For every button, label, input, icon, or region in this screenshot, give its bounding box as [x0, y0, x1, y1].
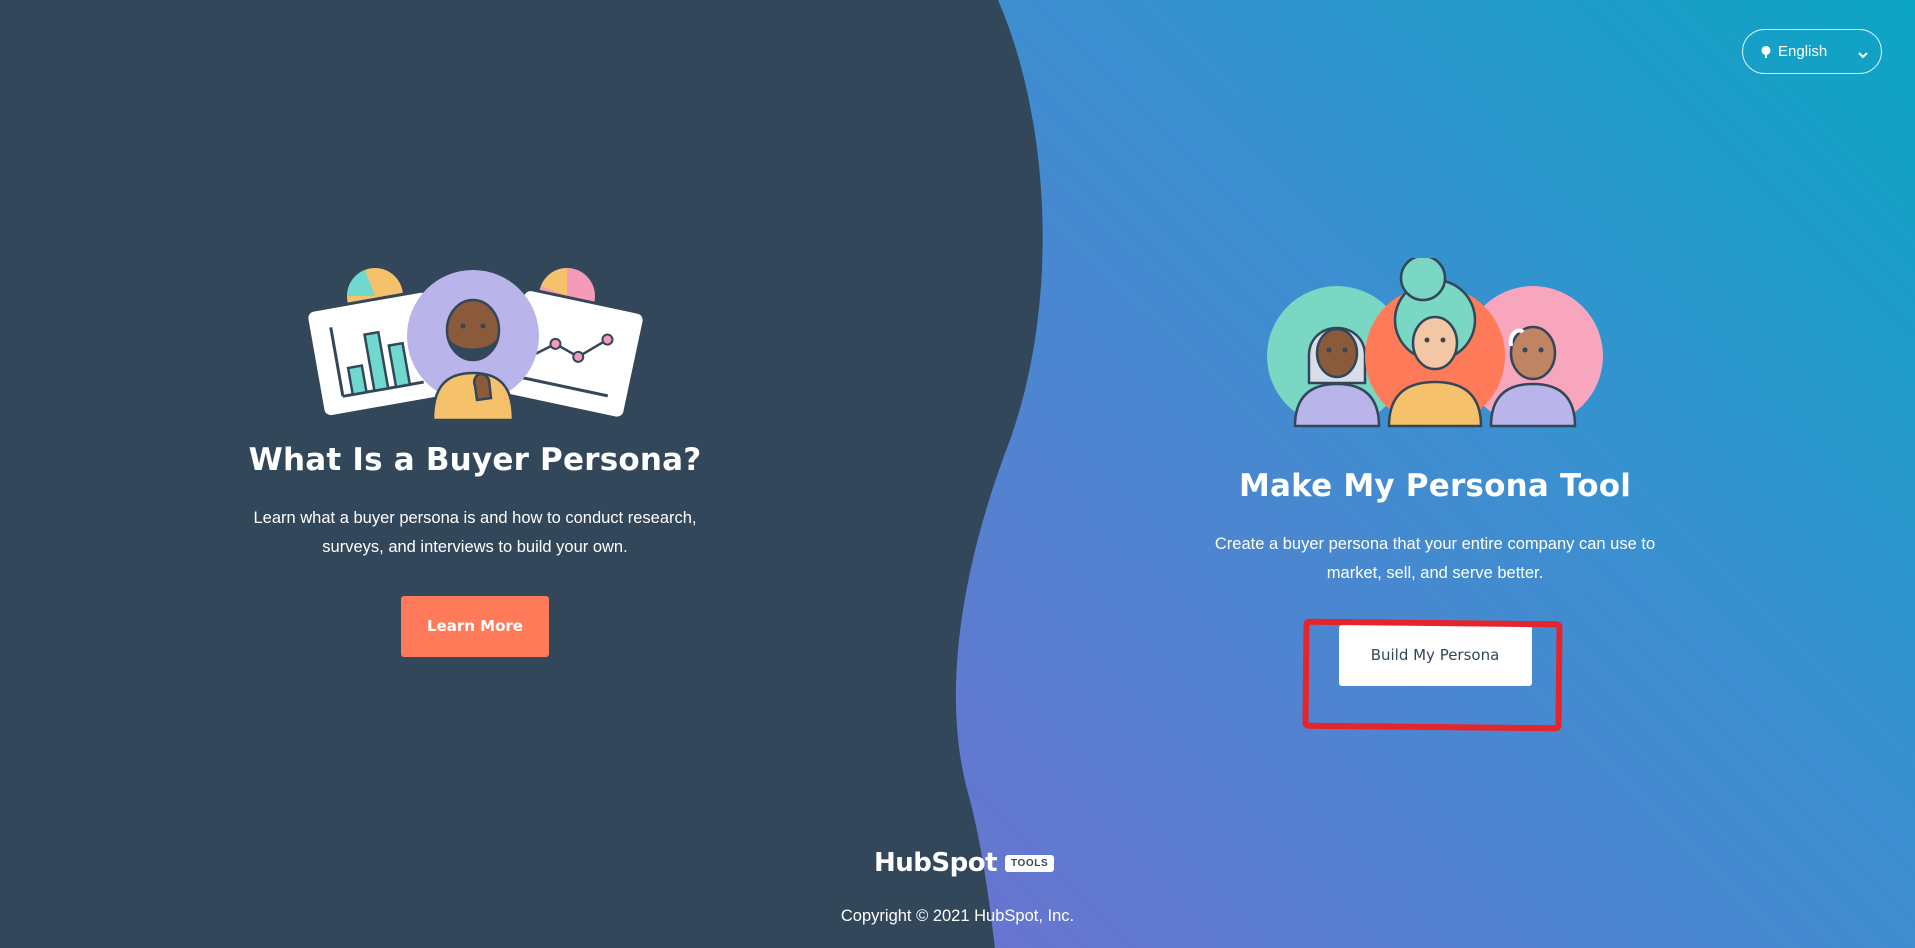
hubspot-logo-text: HubSpot [874, 848, 998, 878]
learn-more-button[interactable]: Learn More [401, 596, 549, 657]
left-heading: What Is a Buyer Persona? [248, 442, 702, 478]
globe-icon [1761, 46, 1771, 58]
buyer-persona-panel: What Is a Buyer Persona? Learn what a bu… [235, 268, 715, 657]
left-description: Learn what a buyer persona is and how to… [253, 509, 697, 556]
persona-tool-panel: Make My Persona Tool Create a buyer pers… [1195, 258, 1675, 686]
tools-badge: TOOLS [1005, 854, 1055, 872]
language-selector[interactable]: English [1742, 29, 1882, 74]
language-label: English [1778, 43, 1828, 60]
hubspot-tools-logo[interactable]: HubSpot TOOLS [874, 848, 1055, 878]
chevron-down-icon [1858, 52, 1868, 59]
buyer-persona-illustration [305, 268, 645, 420]
right-description: Create a buyer persona that your entire … [1214, 535, 1656, 582]
right-heading: Make My Persona Tool [1238, 468, 1632, 504]
personas-illustration [1267, 258, 1603, 428]
build-my-persona-button[interactable]: Build My Persona [1338, 625, 1532, 686]
copyright-text: Copyright © 2021 HubSpot, Inc. [840, 907, 1075, 925]
